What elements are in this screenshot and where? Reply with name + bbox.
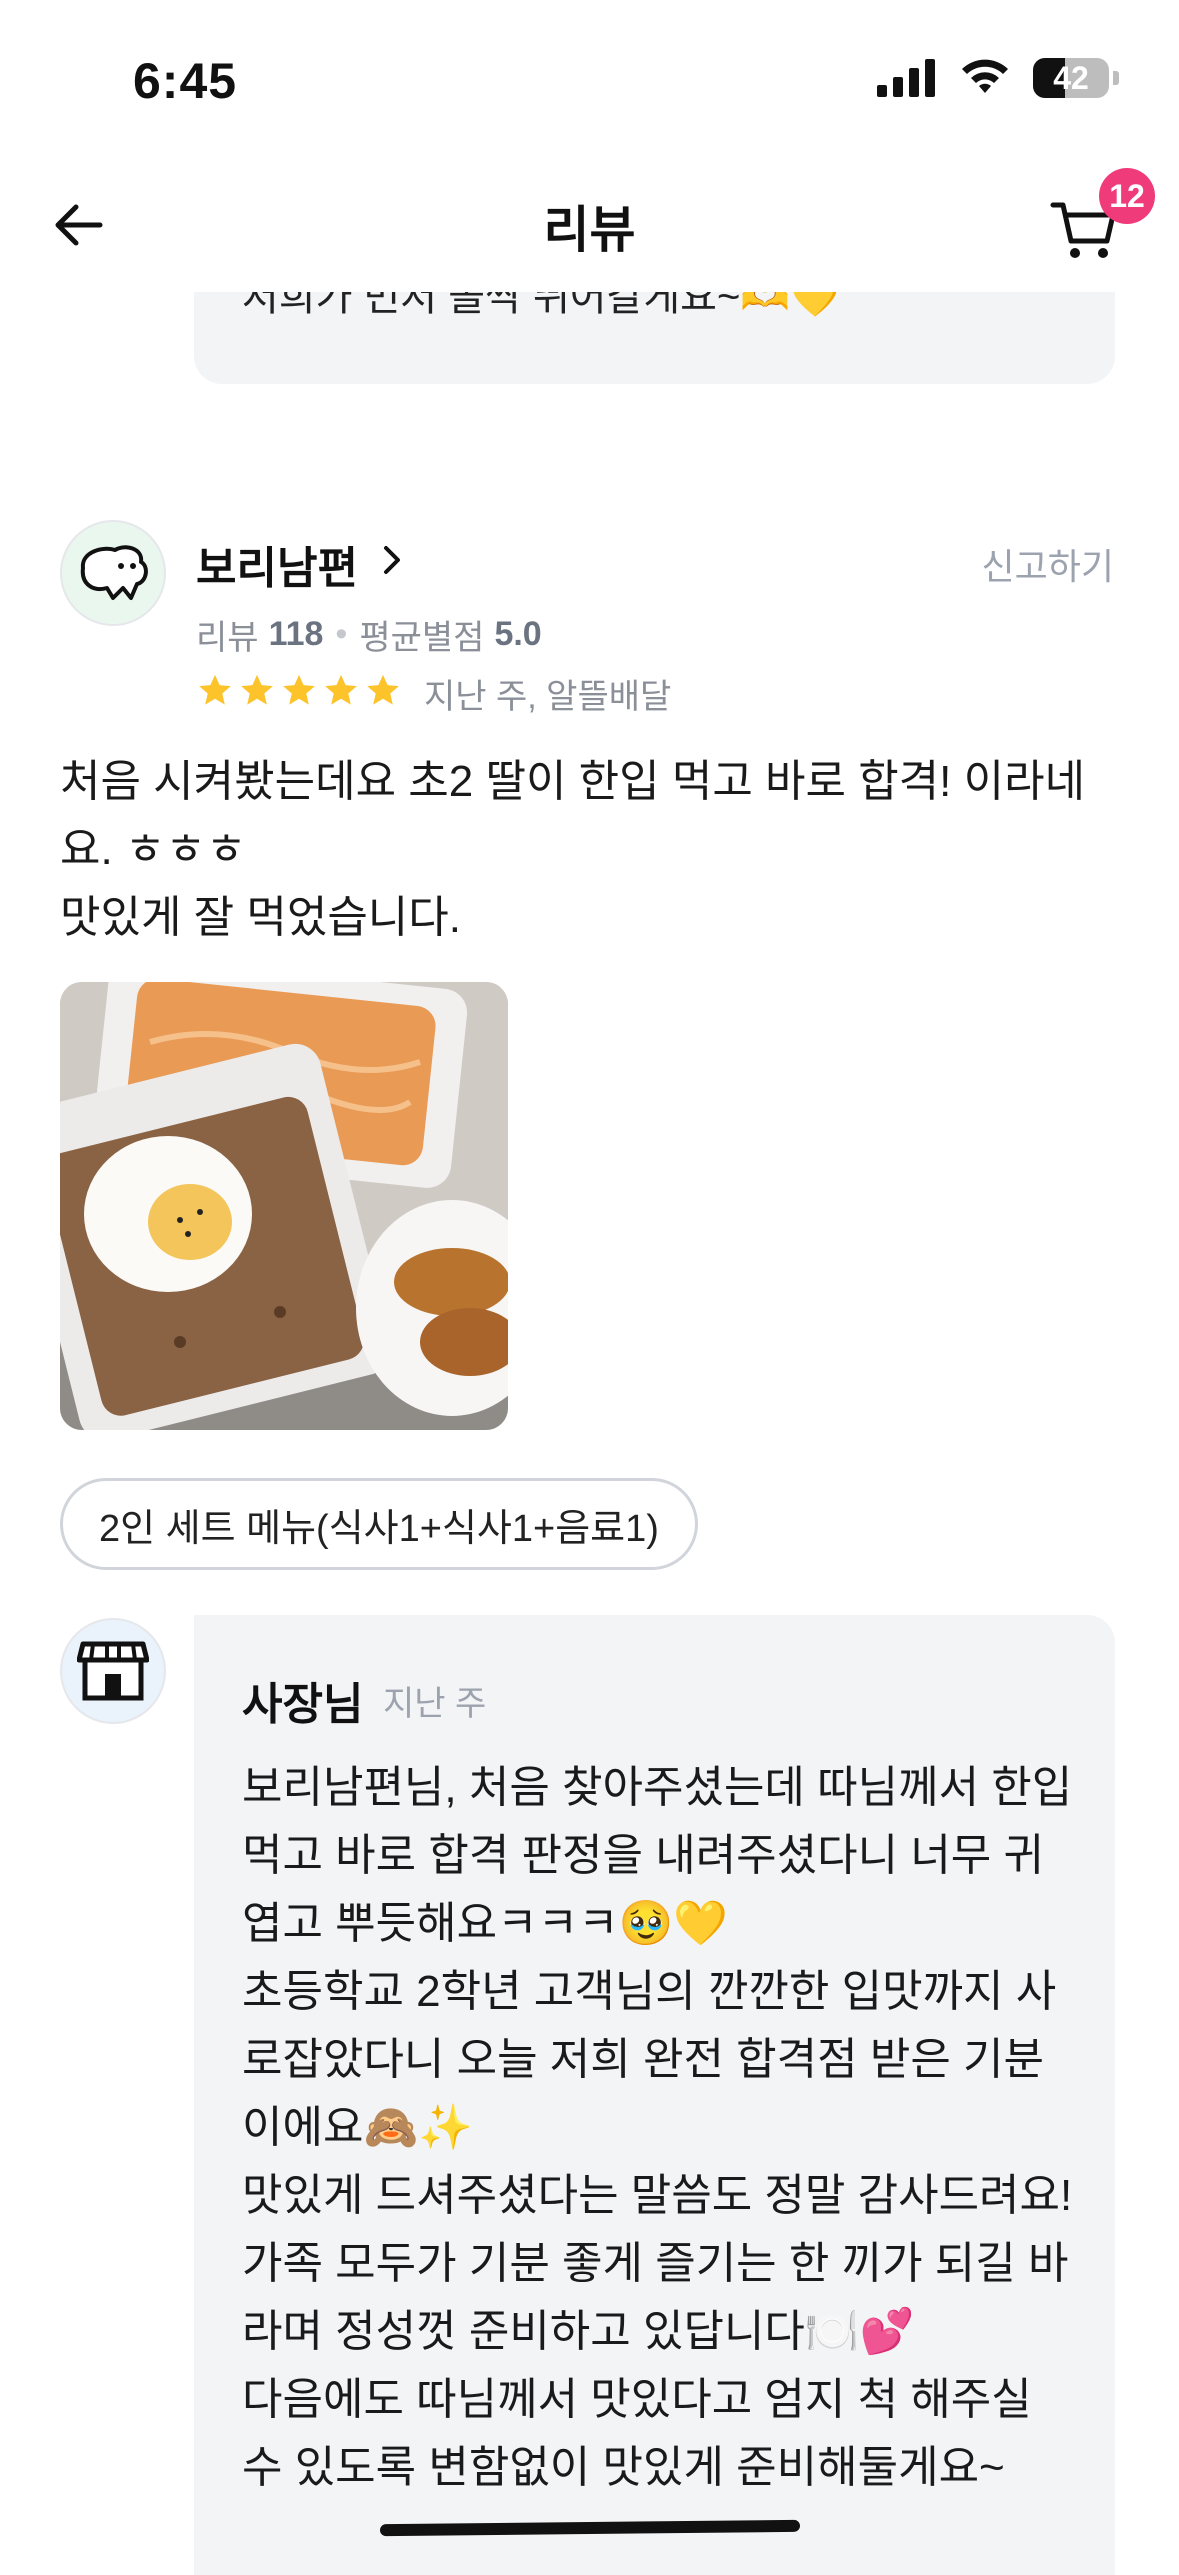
previous-reply-text: 저희가 먼저 쏠싹 뛰어갈게요~🫶💛	[242, 292, 840, 319]
star-icon	[241, 674, 273, 705]
review-text: 처음 시켜봤는데요 초2 딸이 한입 먹고 바로 합격! 이라네요. ㅎㅎㅎ 맛…	[60, 757, 1086, 942]
star-icon	[325, 674, 357, 705]
owner-reply-time: 지난 주	[383, 1685, 487, 1723]
owner-name: 사장님	[242, 1680, 364, 1729]
star-icon	[283, 674, 315, 705]
star-icon	[199, 674, 231, 705]
status-icons: 42	[877, 58, 1119, 98]
signal-icon	[877, 59, 935, 97]
review-count: 118	[268, 615, 324, 653]
status-time: 6:45	[133, 53, 238, 109]
previous-owner-reply-card: 저희가 먼저 쏠싹 뛰어갈게요~🫶💛	[194, 292, 1115, 384]
chevron-right-icon[interactable]	[378, 540, 406, 580]
average-rating-label: 평균별점	[359, 619, 485, 657]
owner-reply-text: 보리남편님, 처음 찾아주셨는데 따님께서 한입 먹고 바로 합격 판정을 내려…	[242, 1763, 1073, 2492]
battery-icon: 42	[1033, 58, 1109, 98]
owner-avatar	[60, 1618, 166, 1724]
star-icon	[367, 674, 399, 705]
cart-count-badge: 12	[1099, 168, 1155, 224]
rating-stars	[196, 672, 402, 710]
food-photo-illustration	[60, 982, 508, 1430]
reviewer-stats: 리뷰 118 • 평균별점 5.0	[196, 610, 542, 659]
reviewer-avatar[interactable]	[60, 520, 166, 626]
wifi-icon	[962, 59, 1008, 93]
review-photo[interactable]	[60, 982, 508, 1430]
battery-level: 42	[1053, 59, 1089, 96]
review-meta: 지난 주, 알뜰배달	[424, 678, 672, 716]
reviewer-name[interactable]: 보리남편	[196, 532, 358, 596]
character-avatar-icon	[80, 545, 148, 600]
page-title: 리뷰	[543, 202, 636, 258]
average-rating: 5.0	[494, 615, 542, 653]
ordered-menu-chip[interactable]: 2인 세트 메뉴(식사1+식사1+음료1)	[60, 1478, 698, 1570]
store-icon	[77, 1641, 149, 1701]
report-button[interactable]: 신고하기	[982, 538, 1114, 590]
review-count-label: 리뷰	[196, 619, 259, 657]
